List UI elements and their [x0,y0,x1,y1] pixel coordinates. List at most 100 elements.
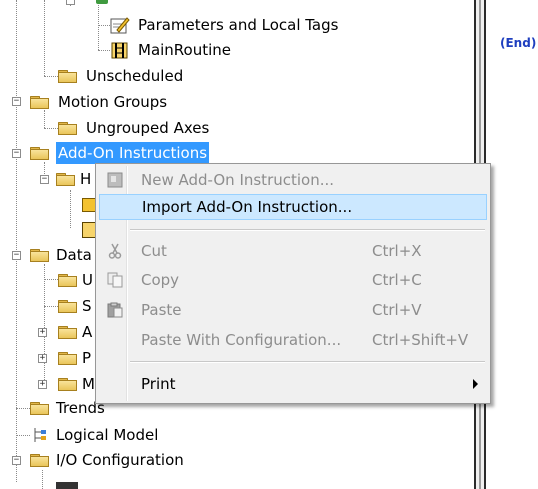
menu-item-print[interactable]: Print [99,371,487,397]
program-icon [96,0,108,4]
end-rung-label: (End) [500,36,537,50]
ladder-routine-icon [82,222,96,238]
tree-line [70,190,71,228]
tree-item-data-child[interactable]: U [58,269,94,291]
data-type-folder-icon [58,326,77,339]
tree-item-label: Parameters and Local Tags [138,16,339,34]
folder-open-icon [30,249,49,262]
tree-expander-data-child[interactable]: + [38,380,47,389]
parameters-icon [110,17,130,34]
menu-item-label: New Add-On Instruction... [141,171,335,189]
submenu-arrow-icon [473,379,478,389]
context-menu: New Add-On Instruction... Import Add-On … [95,163,491,404]
tree-expander-data-types[interactable]: − [12,251,21,260]
clipboard-paste-icon [107,302,123,318]
menu-separator [130,229,485,231]
parameters-icon [82,198,96,212]
tree-expander-add-on-instructions[interactable]: − [12,149,21,158]
tree-item-mainroutine[interactable]: MainRoutine [110,39,270,61]
tree-line [44,76,58,77]
tree-item-label: A [82,323,93,341]
folder-icon [58,70,77,83]
tree-item-aoi-child[interactable]: H [56,168,96,190]
menu-item-label: Cut [141,242,167,260]
tree-line [44,0,45,76]
tree-item-logical-model[interactable]: Logical Model [30,424,190,446]
menu-item-label: Print [141,375,176,393]
scissors-icon [108,243,122,259]
tree-item-data-child[interactable]: P [58,347,94,369]
tree-line [16,0,17,482]
tree-item-label: M [82,375,95,393]
tree-expander[interactable]: − [66,0,75,5]
data-type-folder-icon [58,300,77,313]
tree-item-label: I/O Configuration [56,451,184,469]
tree-item-label-selected: Add-On Instructions [56,142,210,164]
data-type-folder-icon [58,274,77,287]
tree-line [44,128,58,129]
menu-item-copy[interactable]: Copy Ctrl+C [99,267,487,293]
logical-model-icon [34,428,46,442]
tree-item-ungrouped-axes[interactable]: Ungrouped Axes [58,117,238,139]
aoi-icon [56,173,75,186]
tree-item-data-child[interactable]: M [58,373,95,395]
tree-item-label: Motion Groups [58,93,168,111]
menu-item-new-add-on-instruction[interactable]: New Add-On Instruction... [99,167,487,193]
menu-item-label: Import Add-On Instruction... [142,198,353,216]
tree-item-label: MainRoutine [138,41,232,59]
folder-icon [58,122,77,135]
tree-item-data-child[interactable]: A [58,321,94,343]
tree-item-label: Data [56,246,92,264]
ladder-routine-icon [111,42,128,59]
tree-line [44,306,58,307]
tree-item-motion-groups[interactable]: Motion Groups [30,91,210,113]
folder-open-icon [30,96,49,109]
tree-item-data-child[interactable]: S [58,295,94,317]
tree-item-label: U [82,271,93,289]
tree-expander-io-configuration[interactable]: − [12,456,21,465]
tree-line [44,264,45,384]
menu-item-shortcut: Ctrl+C [372,271,422,289]
new-aoi-icon [107,172,123,188]
menu-item-cut[interactable]: Cut Ctrl+X [99,238,487,264]
tree-item-data-types[interactable]: Data [30,244,94,266]
tree-expander-data-child[interactable]: + [38,354,47,363]
data-type-folder-icon [58,352,77,365]
tree-item-unscheduled[interactable]: Unscheduled [58,65,218,87]
tree-item-label: H [80,170,92,188]
menu-item-shortcut: Ctrl+X [372,242,422,260]
copy-icon [107,272,123,288]
data-type-folder-icon [58,378,77,391]
tree-item-parameters-and-local-tags[interactable]: Parameters and Local Tags [110,14,370,36]
menu-item-import-add-on-instruction[interactable]: Import Add-On Instruction... [99,194,487,220]
tree-item-label: S [82,297,92,315]
menu-item-paste[interactable]: Paste Ctrl+V [99,297,487,323]
tree-line [44,279,58,280]
tree-item-label: Logical Model [56,426,159,444]
menu-item-shortcut: Ctrl+Shift+V [372,331,469,349]
tree-item-label: Unscheduled [86,67,184,85]
tree-item-label: Ungrouped Axes [86,119,210,137]
tree-line [16,435,30,436]
menu-separator [130,361,485,363]
chassis-icon [56,482,78,489]
menu-item-label: Paste With Configuration... [141,331,342,349]
folder-open-icon [30,147,49,160]
menu-item-label: Paste [141,301,182,319]
tree-expander-motion-groups[interactable]: − [12,97,21,106]
ladder-editor-pane[interactable]: (End) [486,0,538,489]
menu-item-paste-with-configuration[interactable]: Paste With Configuration... Ctrl+Shift+V [99,327,487,353]
folder-icon [30,402,49,415]
tree-expander-data-child[interactable]: + [38,328,47,337]
menu-item-label: Copy [141,271,180,289]
tree-item-add-on-instructions[interactable]: Add-On Instructions [30,142,230,164]
tree-line [16,408,30,409]
tree-line [98,50,110,51]
tree-line [98,25,110,26]
tree-line [42,470,43,489]
tree-item-io-configuration[interactable]: I/O Configuration [30,449,220,471]
folder-open-icon [30,454,49,467]
tree-item-label: P [82,349,92,367]
menu-item-shortcut: Ctrl+V [372,301,422,319]
tree-expander-aoi-child[interactable]: − [40,175,49,184]
